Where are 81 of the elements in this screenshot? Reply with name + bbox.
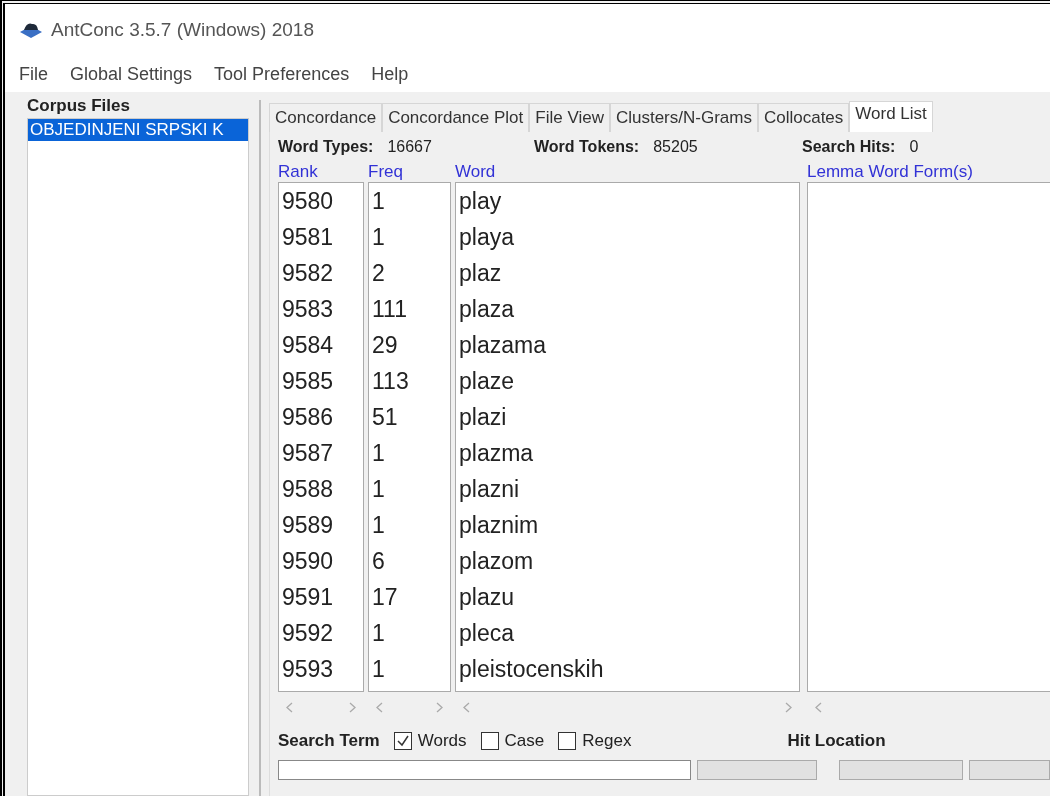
table-cell-text: 9583 xyxy=(281,295,335,324)
table-cell-text: 9587 xyxy=(281,439,335,468)
scroll-right-icon[interactable] xyxy=(436,701,443,713)
table-cell-text: plaze xyxy=(458,367,515,396)
table-cell-text: plazni xyxy=(458,475,521,504)
table-cell-text: 9590 xyxy=(281,547,335,576)
table-cell-text: 1 xyxy=(371,475,386,504)
menu-item[interactable]: Global Settings xyxy=(70,63,193,85)
search-field[interactable] xyxy=(278,760,692,780)
checkbox[interactable] xyxy=(558,732,577,750)
table-cell-text: 6 xyxy=(371,547,386,576)
checkbox-label: Case xyxy=(504,731,545,751)
corpus-file-entry[interactable]: OBJEDINJENI SRPSKI K xyxy=(28,119,248,141)
table-cell-text: plazom xyxy=(458,547,535,576)
table-cell-text: 9591 xyxy=(281,583,335,612)
table-cell-text: 9592 xyxy=(281,619,335,648)
table-cell-text: plaznim xyxy=(458,511,540,540)
table-cell-text: 9580 xyxy=(281,187,335,216)
search-term-label: Search Term xyxy=(278,731,380,751)
table-cell-text: 9588 xyxy=(281,475,335,504)
table-cell-text: 1 xyxy=(371,619,386,648)
stat-label: Word Tokens: xyxy=(534,138,640,156)
table-cell-text: pleca xyxy=(458,619,515,648)
column-header[interactable]: Rank xyxy=(278,162,318,182)
checkbox[interactable] xyxy=(393,732,412,750)
stat-value: 16667 xyxy=(387,138,432,156)
table-cell-text: 9581 xyxy=(281,223,335,252)
hit-location-label: Hit Location xyxy=(787,731,886,751)
tab[interactable]: Clusters/N-Grams xyxy=(609,103,758,132)
table-cell-text: playa xyxy=(458,223,515,252)
menu-item[interactable]: File xyxy=(19,63,48,85)
scroll-left-icon[interactable] xyxy=(376,701,383,713)
tab[interactable]: Word List xyxy=(849,101,933,132)
table-cell-text: 29 xyxy=(371,331,399,360)
menu-item[interactable]: Tool Preferences xyxy=(214,63,350,85)
checkbox[interactable] xyxy=(480,732,499,750)
table-cell-text: plazu xyxy=(458,583,515,612)
menu-item[interactable]: Help xyxy=(371,63,409,85)
table-cell-text: 2 xyxy=(371,259,386,288)
table-cell-text: plazama xyxy=(458,331,547,360)
table-cell-text: 1 xyxy=(371,439,386,468)
scroll-left-icon[interactable] xyxy=(815,701,822,713)
table-cell-text: 9593 xyxy=(281,655,335,684)
table-cell-text: 9585 xyxy=(281,367,335,396)
stat-value: 85205 xyxy=(653,138,698,156)
table-cell-text: 51 xyxy=(371,403,399,432)
table-cell-text: 9589 xyxy=(281,511,335,540)
tab[interactable]: Collocates xyxy=(757,103,850,132)
tab[interactable]: Concordance xyxy=(269,103,383,132)
column-header[interactable]: Lemma Word Form(s) xyxy=(807,162,973,182)
table-cell-text: 1 xyxy=(371,187,386,216)
table-cell-text: 1 xyxy=(371,655,386,684)
tab[interactable]: File View xyxy=(529,103,610,132)
table-cell-text: 111 xyxy=(371,295,408,324)
column-header[interactable]: Word xyxy=(455,162,496,182)
table-cell-text: 1 xyxy=(371,223,386,252)
table-cell-text: plaza xyxy=(458,295,515,324)
table-cell-text: 113 xyxy=(371,367,410,396)
checkbox-label: Regex xyxy=(582,731,632,751)
tab[interactable]: Concordance Plot xyxy=(382,103,530,132)
table-cell-text: plazi xyxy=(458,403,508,432)
table-cell-text: 1 xyxy=(371,511,386,540)
table-cell-text: 17 xyxy=(371,583,399,612)
scroll-right-icon[interactable] xyxy=(349,701,356,713)
panel-heading: Corpus Files xyxy=(27,96,131,117)
table-cell-text: plaz xyxy=(458,259,503,288)
table-cell-text: play xyxy=(458,187,503,216)
scroll-left-icon[interactable] xyxy=(286,701,293,713)
stat-label: Search Hits: xyxy=(802,138,896,156)
column-header[interactable]: Freq xyxy=(368,162,403,182)
window-title: AntConc 3.5.7 (Windows) 2018 xyxy=(51,19,314,41)
checkbox-label: Words xyxy=(417,731,467,751)
table-cell-text: 9582 xyxy=(281,259,335,288)
scroll-right-icon[interactable] xyxy=(785,701,792,713)
scroll-left-icon[interactable] xyxy=(463,701,470,713)
table-cell-text: plazma xyxy=(458,439,535,468)
stat-label: Word Types: xyxy=(278,138,374,156)
table-cell-text: 9584 xyxy=(281,331,335,360)
table-cell-text: pleistocenskih xyxy=(458,655,605,684)
table-cell-text: 9586 xyxy=(281,403,335,432)
stat-value: 0 xyxy=(909,138,919,156)
